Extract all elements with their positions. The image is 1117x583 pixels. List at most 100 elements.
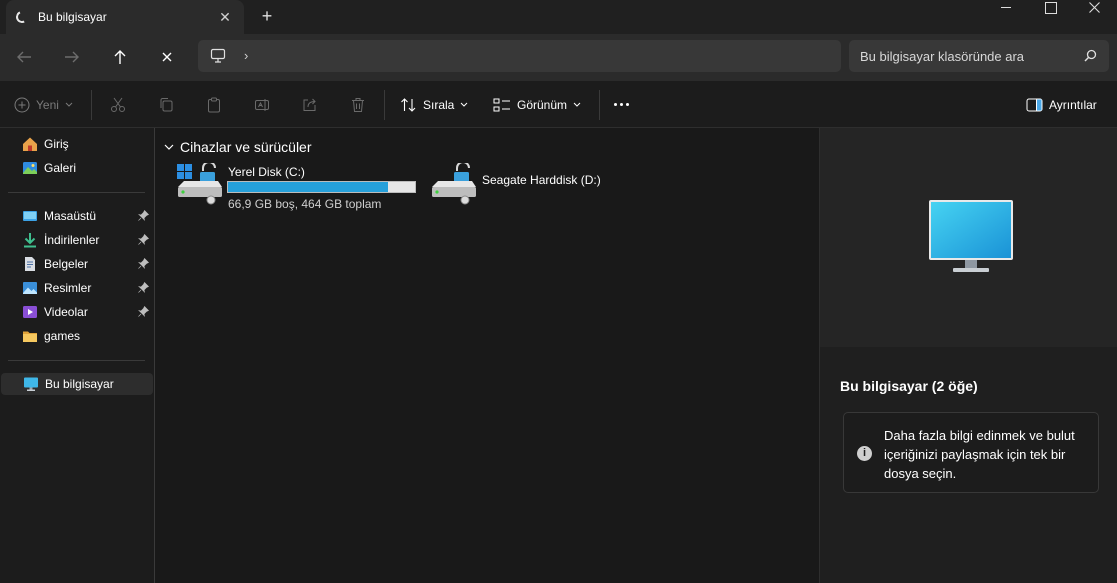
- drive-usage-bar: [227, 181, 416, 193]
- file-list-area: Cihazlar ve sürücüler Yerel Disk (C:) 66…: [156, 128, 819, 583]
- details-pane: Bu bilgisayar (2 öğe) i Daha fazla bilgi…: [819, 128, 1117, 583]
- sidebar-item-label: Galeri: [44, 161, 77, 175]
- sidebar-divider: [8, 360, 145, 361]
- drive-usage-fill: [228, 182, 389, 192]
- details-pane-icon: [1026, 98, 1043, 112]
- tab-this-pc[interactable]: Bu bilgisayar ✕: [6, 0, 244, 34]
- trash-icon: [352, 98, 364, 112]
- title-bar: Bu bilgisayar ✕ +: [0, 0, 1117, 34]
- desktop-folder-icon: [23, 211, 37, 221]
- sidebar-item-label: Masaüstü: [44, 209, 97, 223]
- loading-spinner-icon: [14, 9, 30, 25]
- computer-icon: [210, 48, 226, 63]
- sidebar-item-games[interactable]: games: [0, 325, 153, 347]
- sidebar-item-label: Giriş: [44, 137, 69, 151]
- chevron-down-icon: [164, 144, 174, 150]
- sidebar-item-documents[interactable]: Belgeler: [0, 253, 153, 275]
- sidebar-item-videos[interactable]: Videolar: [0, 301, 153, 323]
- minimize-button[interactable]: [984, 0, 1030, 16]
- rename-icon: [255, 99, 269, 111]
- sidebar-item-desktop[interactable]: Masaüstü: [0, 205, 153, 227]
- search-icon: [1084, 49, 1097, 62]
- breadcrumb-chevron-icon[interactable]: ›: [244, 48, 248, 63]
- share-icon: [303, 98, 316, 111]
- details-pane-label: Ayrıntılar: [1049, 98, 1097, 112]
- pin-icon[interactable]: [138, 282, 149, 293]
- pin-icon[interactable]: [138, 258, 149, 269]
- sidebar-item-label: Bu bilgisayar: [45, 377, 114, 391]
- group-header[interactable]: Cihazlar ve sürücüler: [164, 139, 312, 155]
- forward-button[interactable]: [57, 42, 87, 72]
- close-tab-icon[interactable]: ✕: [214, 6, 236, 28]
- info-box: i Daha fazla bilgi edinmek ve bulut içer…: [843, 412, 1099, 493]
- stop-button[interactable]: [152, 42, 182, 72]
- up-button[interactable]: [105, 42, 135, 72]
- maximize-button[interactable]: [1028, 0, 1074, 16]
- copy-button[interactable]: [158, 95, 174, 115]
- paste-button[interactable]: [206, 95, 222, 115]
- videos-folder-icon: [23, 306, 37, 318]
- drive-item-c[interactable]: Yerel Disk (C:) 66,9 GB boş, 464 GB topl…: [176, 163, 438, 213]
- chevron-down-icon: [65, 102, 73, 107]
- rename-button[interactable]: [254, 95, 270, 115]
- sidebar-item-label: Belgeler: [44, 257, 89, 271]
- sidebar-item-home[interactable]: Giriş: [0, 133, 153, 155]
- drive-space-text: 66,9 GB boş, 464 GB toplam: [228, 197, 382, 211]
- sidebar-item-label: İndirilenler: [44, 233, 100, 247]
- pin-icon[interactable]: [138, 210, 149, 221]
- search-input[interactable]: Bu bilgisayar klasöründe ara: [860, 49, 1024, 64]
- pin-icon[interactable]: [138, 306, 149, 317]
- chevron-down-icon: [461, 102, 468, 107]
- new-button-label: Yeni: [36, 98, 59, 112]
- cut-button[interactable]: [110, 95, 126, 115]
- back-button[interactable]: [9, 42, 39, 72]
- sidebar-item-label: games: [44, 329, 81, 343]
- info-icon: i: [857, 446, 872, 461]
- share-button[interactable]: [302, 95, 318, 115]
- navigation-pane: Giriş Galeri Masaüstü İndirilenler Belge…: [0, 128, 155, 583]
- sort-button-label: Sırala: [423, 98, 455, 112]
- removable-drive-icon: [432, 163, 476, 205]
- sidebar-divider: [8, 192, 145, 193]
- forward-arrow-icon: [65, 51, 79, 63]
- documents-folder-icon: [25, 257, 35, 271]
- preview-area: [820, 128, 1117, 347]
- sort-button[interactable]: Sırala: [400, 95, 468, 115]
- clipboard-icon: [208, 97, 220, 113]
- sidebar-item-this-pc[interactable]: Bu bilgisayar: [1, 373, 153, 395]
- up-arrow-icon: [114, 50, 126, 64]
- close-window-button[interactable]: [1072, 0, 1117, 16]
- sidebar-item-gallery[interactable]: Galeri: [0, 157, 153, 179]
- scissors-icon: [111, 97, 125, 112]
- downloads-folder-icon: [24, 233, 36, 248]
- drive-item-d[interactable]: Seagate Harddisk (D:): [430, 163, 630, 213]
- toolbar-divider: [384, 90, 385, 120]
- new-button[interactable]: Yeni: [14, 95, 73, 115]
- pictures-folder-icon: [23, 282, 37, 294]
- drive-name: Seagate Harddisk (D:): [482, 173, 601, 187]
- pin-icon[interactable]: [138, 234, 149, 245]
- more-options-icon[interactable]: [614, 103, 629, 106]
- sidebar-item-pictures[interactable]: Resimler: [0, 277, 153, 299]
- windows-drive-icon: [177, 163, 222, 205]
- search-box[interactable]: Bu bilgisayar klasöründe ara: [849, 40, 1109, 72]
- details-title: Bu bilgisayar (2 öğe): [840, 378, 978, 394]
- group-header-label: Cihazlar ve sürücüler: [180, 139, 312, 155]
- info-text: Daha fazla bilgi edinmek ve bulut içeriğ…: [884, 428, 1075, 481]
- new-tab-button[interactable]: +: [256, 6, 278, 28]
- sidebar-item-downloads[interactable]: İndirilenler: [0, 229, 153, 251]
- details-pane-button[interactable]: Ayrıntılar: [1026, 95, 1097, 115]
- address-bar[interactable]: ›: [198, 40, 841, 72]
- delete-button[interactable]: [350, 95, 366, 115]
- home-icon: [23, 137, 37, 151]
- stop-x-icon: [162, 52, 172, 62]
- sort-icon: [401, 98, 416, 112]
- chevron-down-icon: [573, 102, 581, 107]
- tab-title: Bu bilgisayar: [38, 10, 107, 24]
- copy-icon: [160, 98, 173, 112]
- computer-preview-icon: [929, 200, 1013, 272]
- folder-icon: [23, 331, 37, 342]
- sidebar-item-label: Resimler: [44, 281, 92, 295]
- view-layout-icon: [493, 98, 510, 112]
- view-button[interactable]: Görünüm: [493, 95, 581, 115]
